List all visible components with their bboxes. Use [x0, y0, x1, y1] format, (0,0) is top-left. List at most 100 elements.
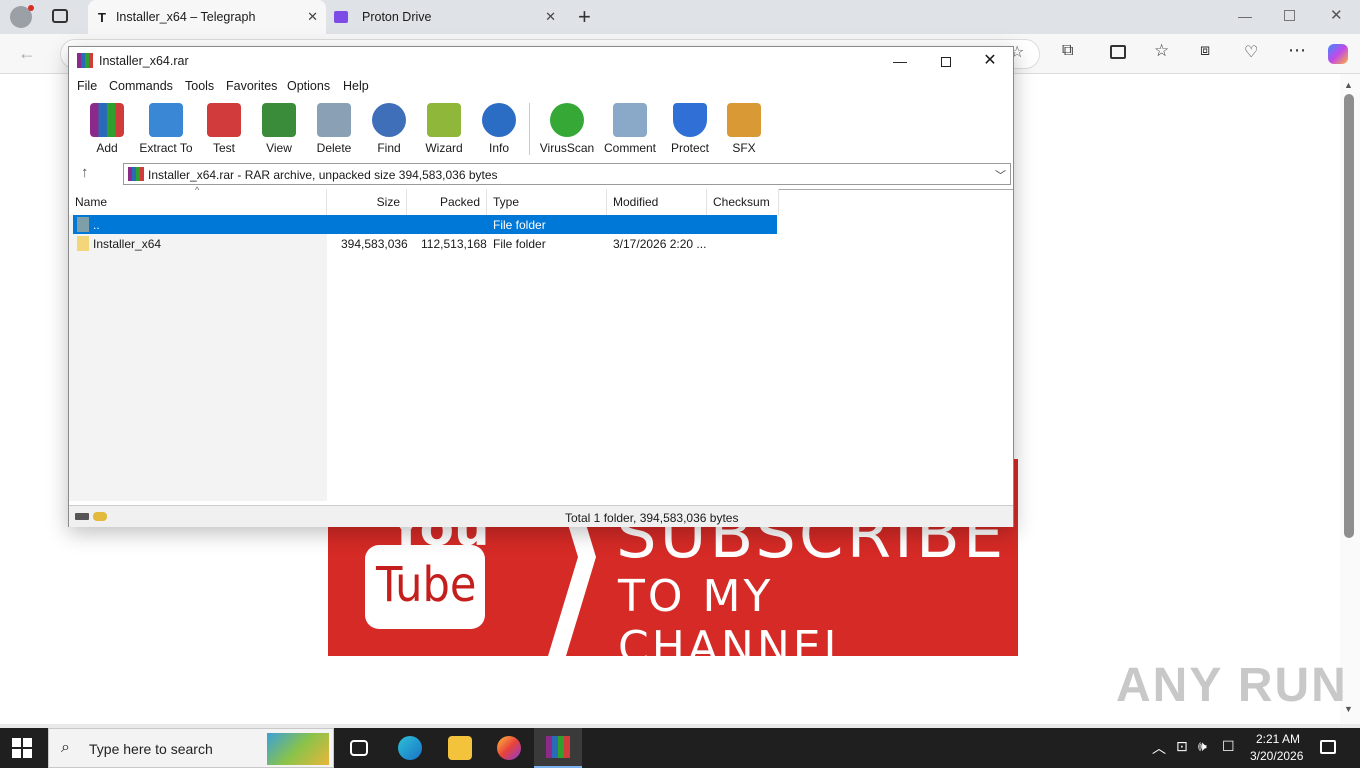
status-text: Total 1 folder, 394,583,036 bytes — [565, 511, 739, 525]
winrar-taskbar-button[interactable] — [534, 728, 582, 768]
winrar-app-icon — [77, 53, 93, 68]
path-dropdown[interactable]: Installer_x64.rar - RAR archive, unpacke… — [123, 163, 1011, 185]
volume-icon[interactable]: 🕪 — [1198, 738, 1207, 755]
delete-button[interactable]: Delete — [306, 101, 362, 155]
virusscan-button[interactable]: VirusScan — [537, 101, 597, 155]
comment-button[interactable]: Comment — [601, 101, 659, 155]
menu-file[interactable]: File — [77, 79, 97, 93]
view-book-icon — [262, 103, 296, 137]
tab-label: Installer_x64 – Telegraph — [115, 10, 256, 24]
browser-tabstrip: T Installer_x64 – Telegraph ✕ Proton Dri… — [0, 0, 1360, 34]
menu-help[interactable]: Help — [343, 79, 369, 93]
close-window-icon[interactable]: ✕ — [1330, 6, 1343, 24]
notification-icon[interactable] — [1320, 740, 1336, 754]
magnifier-icon — [372, 103, 406, 137]
winrar-title: Installer_x64.rar — [99, 54, 189, 68]
menu-commands[interactable]: Commands — [109, 79, 173, 93]
chevron-down-icon[interactable]: ﹀ — [995, 167, 1006, 183]
restore-icon[interactable] — [1284, 10, 1295, 21]
tool-label: Add — [96, 141, 118, 155]
minimize-icon[interactable]: — — [1238, 8, 1252, 24]
clock-time[interactable]: 2:21 AM — [1256, 732, 1300, 746]
table-row[interactable]: Installer_x64 394,583,036 112,513,168 Fi… — [73, 234, 777, 253]
parent-folder-icon — [77, 217, 89, 232]
firefox-icon[interactable] — [497, 736, 521, 760]
cell-packed: 112,513,168 — [421, 237, 487, 251]
more-menu-icon[interactable]: ⋯ — [1288, 40, 1306, 61]
tab-telegraph[interactable]: T Installer_x64 – Telegraph ✕ — [88, 0, 326, 34]
extract-to-button[interactable]: Extract To — [138, 101, 194, 155]
maximize-icon[interactable] — [923, 47, 969, 75]
search-highlight-icon — [267, 733, 329, 765]
winrar-statusbar: Total 1 folder, 394,583,036 bytes — [69, 505, 1013, 527]
clock-date[interactable]: 3/20/2026 — [1250, 749, 1303, 763]
column-type[interactable]: Type — [487, 189, 607, 215]
column-packed[interactable]: Packed — [407, 189, 487, 215]
banner-tube-text: Tube — [376, 557, 477, 613]
tab-proton-drive[interactable]: Proton Drive ✕ — [328, 0, 564, 34]
shield-icon — [673, 103, 707, 137]
favorites-icon[interactable]: ☆ — [1154, 41, 1169, 61]
network-icon[interactable]: ⊡ — [1176, 738, 1188, 755]
show-hidden-icons-icon[interactable]: ︿ — [1152, 738, 1166, 758]
file-explorer-icon[interactable] — [448, 736, 472, 760]
toolbar-separator — [529, 103, 530, 155]
menu-options[interactable]: Options — [287, 79, 330, 93]
info-button[interactable]: Info — [471, 101, 527, 155]
tab-actions-icon[interactable] — [52, 9, 68, 23]
split-screen-icon[interactable] — [1110, 45, 1126, 59]
menu-favorites[interactable]: Favorites — [226, 79, 277, 93]
close-icon[interactable]: ✕ — [307, 9, 318, 25]
edge-icon[interactable] — [398, 736, 422, 760]
tool-label: View — [266, 141, 292, 155]
back-icon[interactable]: ← — [18, 43, 36, 64]
winrar-toolbar: Add Extract To Test View Delete Find Wiz… — [69, 97, 1013, 157]
winrar-window: Installer_x64.rar — ✕ File Commands Tool… — [68, 46, 1014, 527]
wifi-icon[interactable]: ☐ — [1222, 738, 1235, 755]
column-checksum[interactable]: Checksum — [707, 189, 779, 215]
scrollbar-thumb[interactable] — [1344, 94, 1354, 538]
key-icon — [93, 512, 107, 521]
anyrun-watermark: ANY RUN — [1116, 659, 1348, 712]
cell-size: 394,583,036 — [341, 237, 408, 251]
column-label: Packed — [439, 195, 480, 209]
profile-notification-dot — [28, 5, 34, 11]
menu-tools[interactable]: Tools — [185, 79, 214, 93]
close-icon[interactable]: ✕ — [545, 9, 556, 25]
minimize-icon[interactable]: — — [877, 47, 923, 75]
test-button[interactable]: Test — [196, 101, 252, 155]
table-row-parent[interactable]: .. File folder — [73, 215, 777, 234]
column-label: Size — [376, 195, 400, 209]
new-tab-button[interactable]: + — [578, 4, 591, 30]
rar-archive-icon — [128, 167, 144, 181]
find-button[interactable]: Find — [361, 101, 417, 155]
folder-icon — [77, 236, 89, 251]
cell-modified: 3/17/2026 2:20 ... — [613, 237, 707, 251]
column-size[interactable]: Size — [327, 189, 407, 215]
close-icon[interactable]: ✕ — [967, 47, 1013, 75]
column-modified[interactable]: Modified — [607, 189, 707, 215]
winrar-menubar: File Commands Tools Favorites Options He… — [69, 75, 1013, 97]
taskbar: ⌕ Type here to search ︿ ⊡ 🕪 ☐ 2:21 AM 3/… — [0, 728, 1360, 768]
tool-label: Delete — [316, 141, 352, 155]
tool-label: SFX — [732, 141, 756, 155]
up-folder-icon[interactable]: ↑ — [81, 164, 89, 181]
drive-icon — [75, 513, 89, 520]
extensions-icon[interactable]: ⧉ — [1062, 42, 1073, 60]
taskbar-search-box[interactable]: ⌕ Type here to search — [48, 728, 334, 768]
winrar-pathbar: ↑ Installer_x64.rar - RAR archive, unpac… — [69, 161, 1013, 187]
sfx-button[interactable]: SFX — [716, 101, 772, 155]
wizard-button[interactable]: Wizard — [416, 101, 472, 155]
scroll-up-icon[interactable]: ▲ — [1344, 80, 1353, 90]
protect-button[interactable]: Protect — [662, 101, 718, 155]
view-button[interactable]: View — [251, 101, 307, 155]
cell-name: .. — [93, 218, 100, 232]
windows-start-icon[interactable] — [12, 738, 32, 758]
copilot-icon[interactable] — [1328, 44, 1348, 64]
task-view-icon[interactable] — [350, 740, 368, 756]
tool-label: Protect — [670, 141, 709, 155]
performance-icon[interactable]: ♡ — [1244, 42, 1258, 62]
add-button[interactable]: Add — [79, 101, 135, 155]
collections-icon[interactable]: ⧈ — [1200, 42, 1210, 60]
magic-wand-icon — [427, 103, 461, 137]
